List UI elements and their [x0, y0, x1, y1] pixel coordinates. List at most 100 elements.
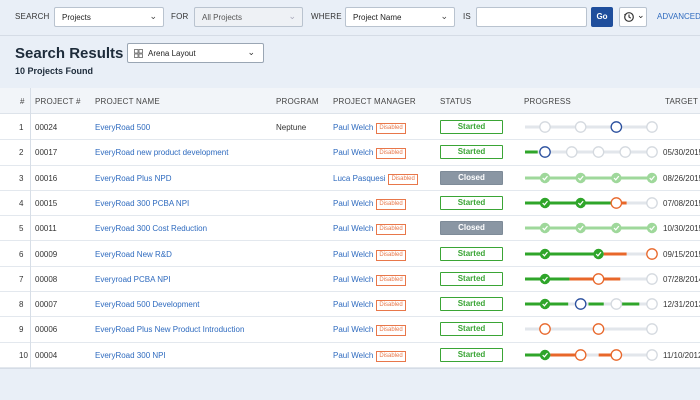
- search-type-select[interactable]: Projects ⌄: [54, 7, 164, 27]
- project-name-link[interactable]: EveryRoad Plus NPD: [95, 174, 171, 183]
- table-row[interactable]: 7 00008 Everyroad PCBA NPI Paul Welch Disabl…: [0, 266, 700, 293]
- milestone-pending-icon: [619, 146, 632, 159]
- grid-layout-icon: [134, 49, 143, 58]
- advanced-search-link[interactable]: ADVANCED: [657, 12, 700, 21]
- project-manager-cell: Paul Welch Disabled: [333, 274, 406, 286]
- column-header[interactable]: TARGET E: [665, 97, 700, 106]
- table-row[interactable]: 1 00024 EveryRoad 500 Neptune Paul Welch Disa…: [0, 115, 700, 141]
- disabled-badge: Disabled: [388, 173, 418, 185]
- table-row[interactable]: 6 00009 EveryRoad New R&D Paul Welch Disable…: [0, 241, 700, 267]
- project-name-link[interactable]: EveryRoad 300 NPI: [95, 351, 166, 360]
- project-manager-link[interactable]: Paul Welch: [333, 148, 373, 157]
- project-manager-link[interactable]: Paul Welch: [333, 275, 373, 284]
- target-date: 10/30/2015: [663, 224, 700, 234]
- chevron-down-icon: ⌄: [247, 47, 255, 57]
- row-number: 3: [19, 173, 24, 183]
- milestone-pending-icon: [539, 121, 551, 133]
- target-date: 08/26/2015: [663, 173, 700, 183]
- disabled-badge: Disabled: [376, 325, 406, 337]
- status-badge: Closed: [440, 170, 503, 185]
- project-manager-cell: Paul Welch Disabled: [333, 198, 406, 210]
- project-manager-link[interactable]: Paul Welch: [333, 351, 373, 360]
- project-name-link[interactable]: EveryRoad new product development: [95, 148, 228, 157]
- column-header[interactable]: PROJECT NAME: [95, 97, 160, 106]
- program-name: Neptune: [276, 123, 307, 132]
- layout-select[interactable]: Arena Layout ⌄: [127, 43, 264, 63]
- search-bar: SEARCH Projects ⌄ FOR All Projects ⌄ WHE…: [0, 0, 700, 36]
- project-name-link[interactable]: EveryRoad 500 Development: [95, 300, 200, 309]
- chevron-down-icon: ⌄: [288, 11, 296, 21]
- project-number: 00007: [35, 300, 58, 310]
- chevron-down-icon: ⌄: [637, 10, 645, 20]
- table-row[interactable]: 4 00015 EveryRoad 300 PCBA NPI Paul Welch Di…: [0, 190, 700, 217]
- milestone-current-icon: [610, 121, 623, 133]
- milestone-pending-icon: [646, 197, 658, 209]
- project-manager-cell: Paul Welch Disabled: [333, 325, 406, 337]
- milestone-pending-icon: [592, 146, 605, 159]
- history-button[interactable]: ⌄: [619, 7, 647, 27]
- milestone-complete-icon: [575, 222, 586, 234]
- status-badge: Started: [440, 145, 503, 160]
- field-select[interactable]: Project Name ⌄: [345, 7, 455, 27]
- table-row[interactable]: 8 00007 EveryRoad 500 Development Paul Welc…: [0, 292, 700, 318]
- project-manager-link[interactable]: Paul Welch: [333, 250, 373, 259]
- column-header[interactable]: PROJECT #: [35, 97, 81, 106]
- project-manager-link[interactable]: Paul Welch: [333, 199, 373, 208]
- column-header[interactable]: STATUS: [440, 97, 472, 106]
- go-button[interactable]: Go: [591, 7, 613, 27]
- milestone-complete-icon: [646, 172, 658, 183]
- scope-value: All Projects: [202, 13, 243, 22]
- progress-tracker: [525, 323, 658, 336]
- table-row[interactable]: 10 00004 EveryRoad 300 NPI Paul Welch Disabl…: [0, 342, 700, 368]
- project-manager-link[interactable]: Luca Pasquesi: [333, 174, 385, 183]
- scope-select[interactable]: All Projects ⌄: [194, 7, 303, 27]
- project-number: 00017: [35, 148, 58, 158]
- milestone-late-icon: [539, 323, 551, 336]
- project-name-link[interactable]: EveryRoad 300 PCBA NPI: [95, 199, 189, 208]
- project-manager-cell: Luca Pasquesi Disabled: [333, 173, 418, 185]
- project-manager-link[interactable]: Paul Welch: [333, 300, 373, 309]
- project-manager-link[interactable]: Paul Welch: [333, 325, 373, 334]
- project-manager-cell: Paul Welch Disabled: [333, 224, 406, 236]
- project-name-link[interactable]: EveryRoad 500: [95, 123, 150, 132]
- milestone-pending-icon: [646, 272, 658, 285]
- column-header[interactable]: PROGRESS: [524, 97, 571, 106]
- milestone-pending-icon: [646, 146, 658, 159]
- progress-tracker: [525, 298, 658, 310]
- search-type-value: Projects: [62, 13, 91, 22]
- milestone-pending-icon: [646, 348, 658, 361]
- row-number: 5: [19, 224, 24, 234]
- milestone-complete-icon: [539, 222, 551, 234]
- project-manager-cell: Paul Welch Disabled: [333, 148, 406, 160]
- project-number: 00006: [35, 325, 58, 335]
- project-name-link[interactable]: EveryRoad Plus New Product Introduction: [95, 325, 244, 334]
- results-table: # PROJECT # PROJECT NAME PROGRAM PROJECT…: [0, 88, 700, 368]
- table-row[interactable]: 5 00011 EveryRoad 300 Cost Reduction Paul W…: [0, 216, 700, 242]
- milestone-complete-icon: [539, 172, 551, 183]
- where-label: WHERE: [311, 12, 342, 21]
- table-row[interactable]: 3 00016 EveryRoad Plus NPD Luca Pasquesi Dis…: [0, 165, 700, 191]
- column-header[interactable]: PROGRAM: [276, 97, 319, 106]
- table-row[interactable]: 9 00006 EveryRoad Plus New Product Introdu…: [0, 317, 700, 343]
- disabled-badge: Disabled: [376, 300, 406, 312]
- column-header[interactable]: PROJECT MANAGER: [333, 97, 416, 106]
- project-name-link[interactable]: EveryRoad New R&D: [95, 250, 172, 259]
- target-date: 05/30/2015: [663, 148, 700, 158]
- milestone-late-icon: [610, 197, 623, 209]
- search-input[interactable]: [476, 7, 587, 27]
- status-badge: Started: [440, 195, 503, 210]
- table-row[interactable]: 2 00017 EveryRoad new product development P…: [0, 140, 700, 166]
- milestone-complete-icon: [611, 172, 622, 183]
- project-manager-link[interactable]: Paul Welch: [333, 123, 373, 132]
- milestone-current-icon: [539, 146, 551, 159]
- project-manager-cell: Paul Welch Disabled: [333, 350, 406, 362]
- project-name-link[interactable]: EveryRoad 300 Cost Reduction: [95, 224, 207, 233]
- project-manager-link[interactable]: Paul Welch: [333, 224, 373, 233]
- disabled-badge: Disabled: [376, 350, 406, 362]
- row-number: 10: [19, 350, 28, 360]
- milestone-pending-icon: [565, 146, 578, 159]
- milestone-complete-icon: [575, 172, 586, 183]
- project-name-link[interactable]: Everyroad PCBA NPI: [95, 275, 171, 284]
- project-number: 00024: [35, 123, 58, 132]
- column-header[interactable]: #: [20, 97, 25, 106]
